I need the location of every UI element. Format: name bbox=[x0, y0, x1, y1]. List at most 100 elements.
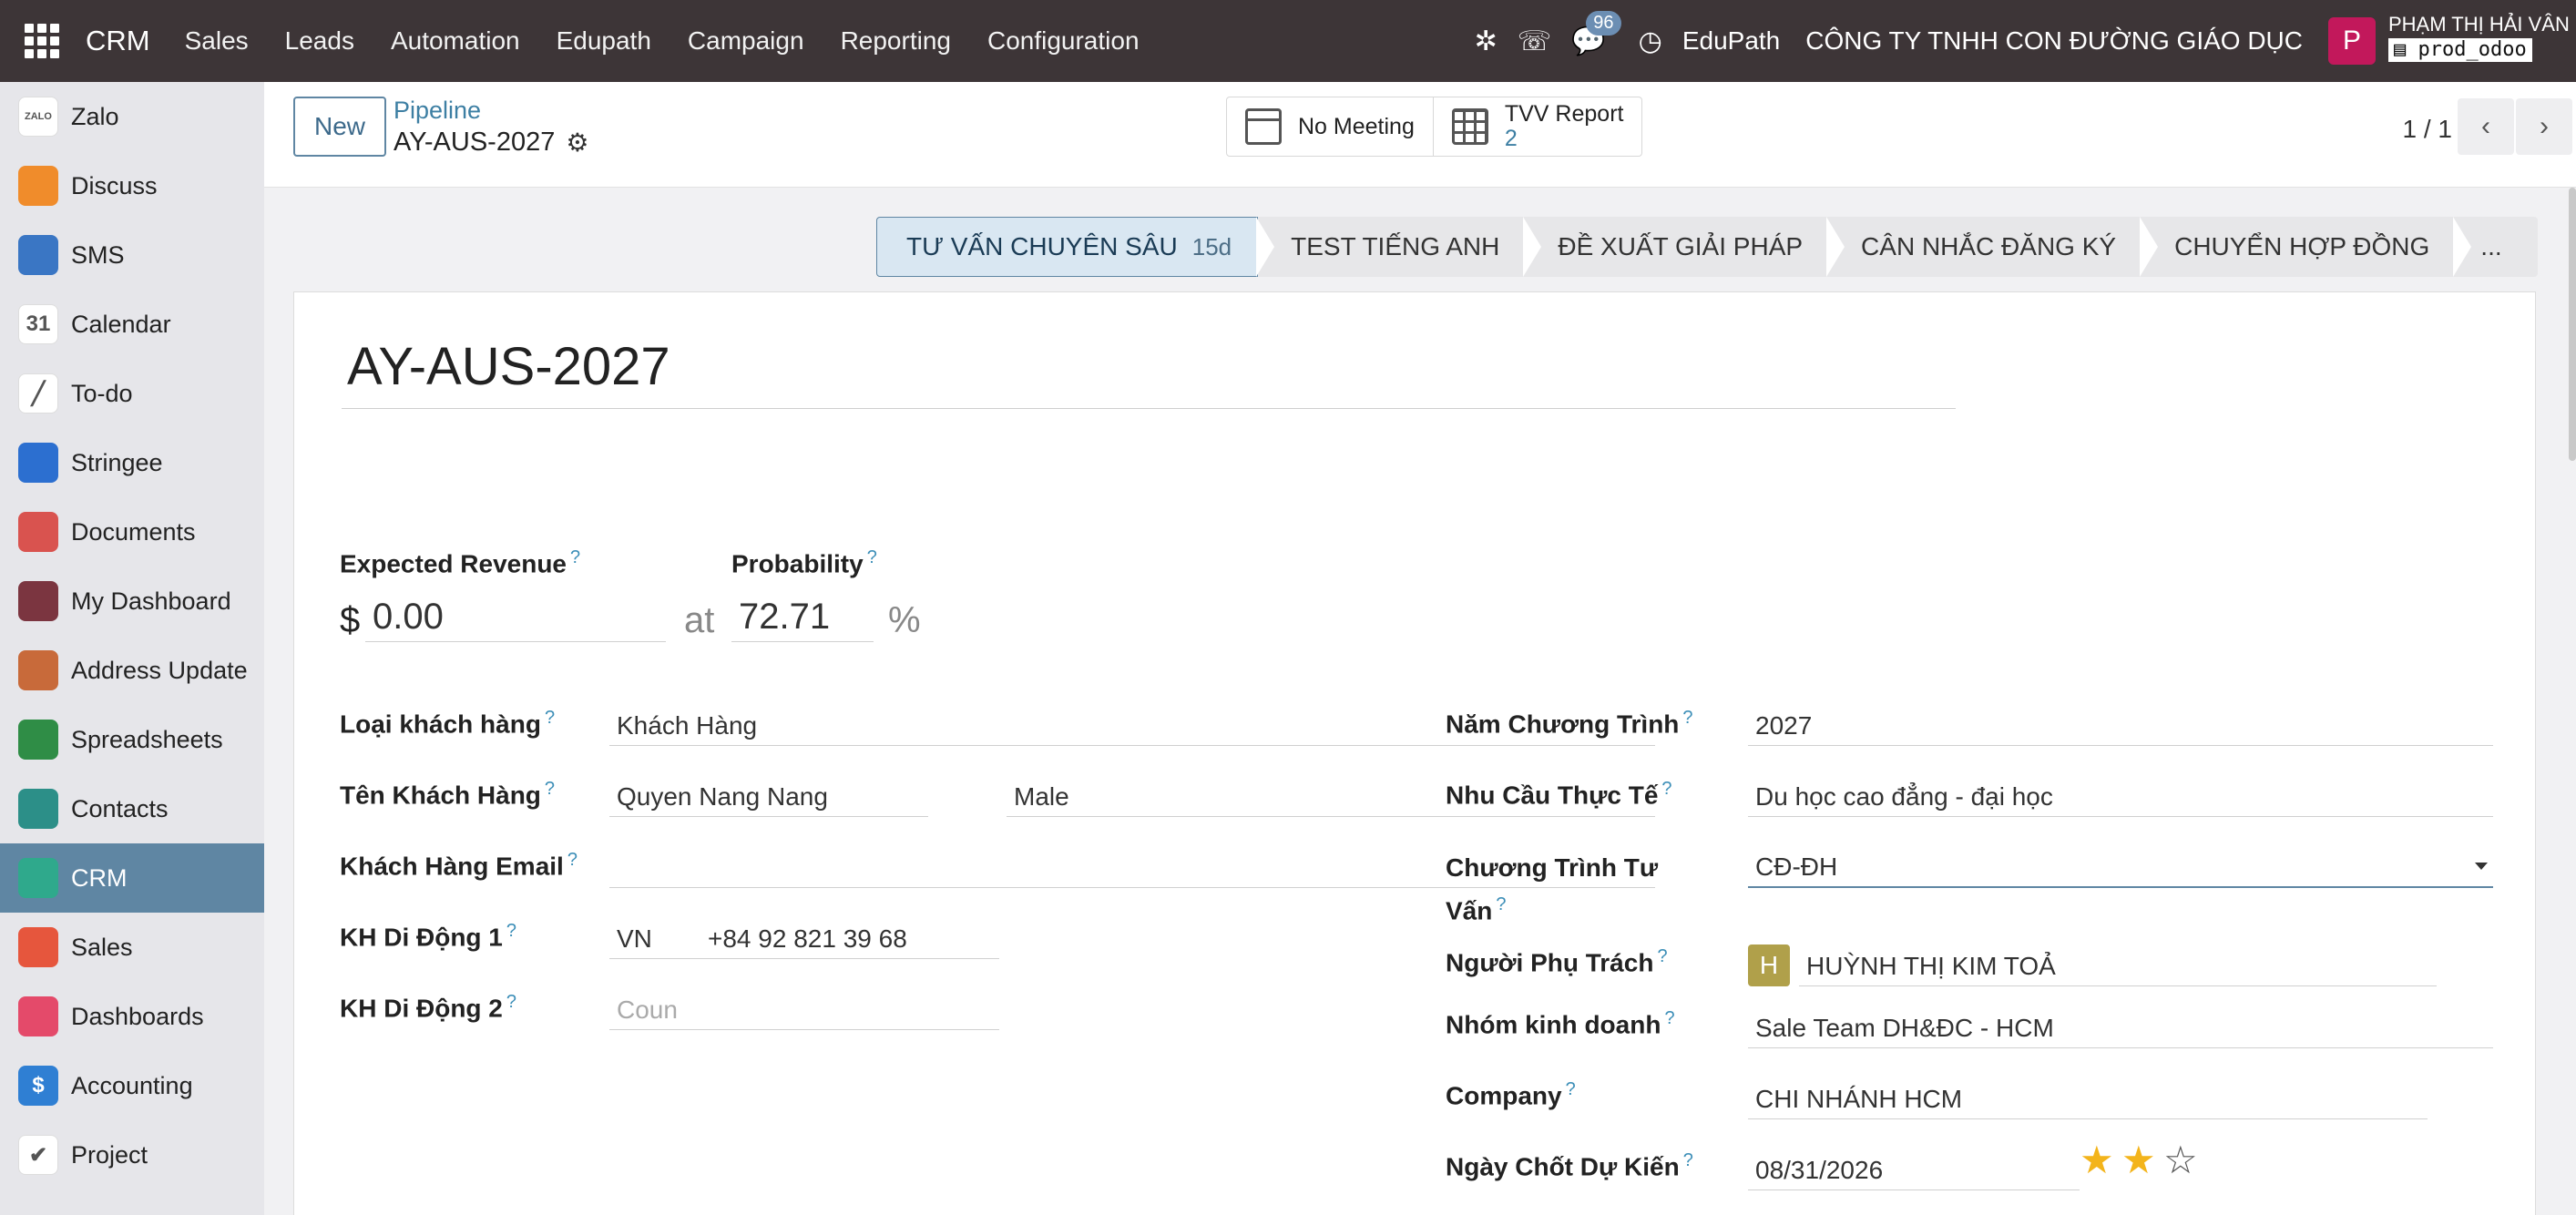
sidebar-item-calendar[interactable]: 31 Calendar bbox=[0, 290, 264, 359]
form-sheet: AY-AUS-2027 Expected Revenue? $ 0.00 at … bbox=[293, 291, 2536, 1215]
lead-title-input[interactable]: AY-AUS-2027 bbox=[342, 336, 1956, 409]
program-year-field[interactable]: 2027 bbox=[1748, 706, 2493, 746]
sidebar-item-label: Discuss bbox=[71, 171, 158, 199]
mobile1-label: KH Di Động 1? bbox=[340, 921, 517, 952]
pager-value[interactable]: 1 / 1 bbox=[2403, 115, 2452, 144]
user-menu[interactable]: PHẠM THỊ HẢI VÂN ▤ prod_odoo bbox=[2388, 0, 2576, 82]
sidebar-item-project[interactable]: ✔ Project bbox=[0, 1120, 264, 1189]
mobile2-country-placeholder[interactable]: Coun bbox=[609, 990, 999, 1030]
calendar-icon: 31 bbox=[18, 304, 58, 344]
customer-name-field[interactable]: Quyen Nang Nang bbox=[609, 777, 928, 817]
program-year-label: Năm Chương Trình? bbox=[1446, 708, 1693, 739]
phone-icon[interactable]: ☏ bbox=[1518, 26, 1552, 57]
expected-closing-label: Ngày Chốt Dự Kiến? bbox=[1446, 1150, 1693, 1181]
sidebar-item-stringee[interactable]: Stringee bbox=[0, 428, 264, 497]
company-field[interactable]: CHI NHÁNH HCM bbox=[1748, 1079, 2428, 1119]
priority-star-icon[interactable]: ★ bbox=[2121, 1138, 2156, 1182]
sidebar-item-documents[interactable]: Documents bbox=[0, 497, 264, 567]
app-brand[interactable]: CRM bbox=[86, 25, 150, 57]
breadcrumb-pipeline[interactable]: Pipeline bbox=[394, 97, 481, 125]
sidebar-item-discuss[interactable]: Discuss bbox=[0, 151, 264, 220]
sidebar-item-zalo[interactable]: ZALO Zalo bbox=[0, 82, 264, 151]
breadcrumb-current: AY-AUS-2027 ⚙ bbox=[394, 128, 589, 158]
customer-email-label: Khách Hàng Email? bbox=[340, 850, 578, 881]
sidebar-item-sms[interactable]: SMS bbox=[0, 220, 264, 290]
mobile1-number[interactable]: +84 92 821 39 68 bbox=[708, 924, 907, 954]
sales-team-field[interactable]: Sale Team DH&ĐC - HCM bbox=[1748, 1008, 2493, 1048]
priority-star-icon[interactable]: ★ bbox=[2080, 1138, 2114, 1182]
at-text: at bbox=[684, 600, 715, 640]
owner-avatar: H bbox=[1748, 944, 1790, 986]
probability-label: Probability? bbox=[731, 547, 877, 578]
menu-reporting[interactable]: Reporting bbox=[823, 26, 969, 56]
user-avatar[interactable]: P bbox=[2328, 17, 2376, 65]
tvv-report-smart-button[interactable]: TVV Report 2 bbox=[1432, 97, 1642, 156]
stage-test-tieng-anh[interactable]: TEST TIẾNG ANH bbox=[1256, 217, 1525, 277]
company-label: Company? bbox=[1446, 1079, 1576, 1110]
sidebar-item-label: Contacts bbox=[71, 794, 169, 822]
message-count-badge: 96 bbox=[1586, 10, 1621, 36]
expected-revenue-input[interactable]: 0.00 bbox=[365, 593, 666, 642]
menu-edupath[interactable]: Edupath bbox=[538, 26, 670, 56]
gear-icon[interactable]: ⚙ bbox=[566, 128, 588, 158]
navbar-systray: ✲ ☏ 💬 96 ◷ EduPath CÔNG TY TNHH CON ĐƯỜNG… bbox=[1475, 0, 2576, 82]
sidebar-item-sales[interactable]: Sales bbox=[0, 913, 264, 982]
company-short[interactable]: EduPath bbox=[1682, 26, 1780, 56]
sidebar-item-label: Address Update bbox=[71, 656, 248, 684]
real-need-field[interactable]: Du học cao đẳng - đại học bbox=[1748, 777, 2493, 817]
owner-field[interactable]: HUỲNH THỊ KIM TOẢ bbox=[1799, 946, 2437, 986]
sidebar-item-label: CRM bbox=[71, 863, 128, 892]
stage-de-xuat-giai-phap[interactable]: ĐỀ XUẤT GIẢI PHÁP bbox=[1523, 217, 1828, 277]
stage-more-button[interactable]: ... bbox=[2453, 217, 2527, 277]
spreadsheets-icon bbox=[18, 720, 58, 760]
pager-next-button[interactable]: › bbox=[2516, 98, 2572, 155]
documents-icon bbox=[18, 512, 58, 552]
probability-input[interactable]: 72.71 bbox=[731, 593, 874, 642]
stage-can-nhac-dang-ky[interactable]: CÂN NHẮC ĐĂNG KÝ bbox=[1826, 217, 2142, 277]
stringee-icon bbox=[18, 443, 58, 483]
mobile1-field[interactable]: VN +84 92 821 39 68 bbox=[609, 919, 999, 959]
menu-campaign[interactable]: Campaign bbox=[670, 26, 823, 56]
mobile1-country[interactable]: VN bbox=[617, 924, 708, 954]
priority-star-icon[interactable]: ☆ bbox=[2163, 1138, 2198, 1182]
new-button[interactable]: New bbox=[293, 97, 386, 157]
sidebar-item-spreadsheets[interactable]: Spreadsheets bbox=[0, 705, 264, 774]
control-panel: New Pipeline AY-AUS-2027 ⚙ No Meeting TV… bbox=[264, 82, 2576, 188]
sidebar-item-crm[interactable]: CRM bbox=[0, 843, 264, 913]
table-icon bbox=[1451, 108, 1488, 145]
sidebar-item-my-dashboard[interactable]: My Dashboard bbox=[0, 567, 264, 636]
company-switcher[interactable]: CÔNG TY TNHH CON ĐƯỜNG GIÁO DỤC bbox=[1805, 26, 2303, 56]
calendar-icon bbox=[1245, 108, 1282, 145]
project-icon: ✔ bbox=[18, 1135, 58, 1175]
sidebar-item-dashboards[interactable]: Dashboards bbox=[0, 982, 264, 1051]
bug-icon[interactable]: ✲ bbox=[1475, 26, 1498, 57]
sidebar-item-address-update[interactable]: Address Update bbox=[0, 636, 264, 705]
sidebar-item-accounting[interactable]: $ Accounting bbox=[0, 1051, 264, 1120]
sidebar-item-contacts[interactable]: Contacts bbox=[0, 774, 264, 843]
chat-icon[interactable]: 💬 96 bbox=[1571, 10, 1621, 57]
meeting-smart-button[interactable]: No Meeting bbox=[1227, 97, 1433, 156]
stage-chuyen-hop-dong[interactable]: CHUYỂN HỢP ĐỒNG bbox=[2140, 217, 2455, 277]
menu-sales[interactable]: Sales bbox=[167, 26, 267, 56]
program-select[interactable]: CĐ-ĐH bbox=[1748, 848, 2493, 888]
menu-automation[interactable]: Automation bbox=[373, 26, 538, 56]
address-update-icon bbox=[18, 650, 58, 690]
zalo-icon: ZALO bbox=[18, 97, 58, 137]
app-sidebar: ZALO Zalo Discuss SMS 31 Calendar ╱ To-do String… bbox=[0, 82, 264, 1215]
discuss-icon bbox=[18, 166, 58, 206]
sidebar-item-label: Spreadsheets bbox=[71, 725, 223, 753]
sidebar-item-to-do[interactable]: ╱ To-do bbox=[0, 359, 264, 428]
stage-tu-van-chuyen-sau[interactable]: TƯ VẤN CHUYÊN SÂU 15d bbox=[876, 217, 1259, 277]
pager-previous-button[interactable]: ‹ bbox=[2458, 98, 2514, 155]
menu-configuration[interactable]: Configuration bbox=[969, 26, 1158, 56]
smart-buttons: No Meeting TVV Report 2 bbox=[1226, 97, 1643, 157]
menu-leads[interactable]: Leads bbox=[267, 26, 373, 56]
expected-closing-field[interactable]: 08/31/2026 bbox=[1748, 1150, 2080, 1190]
scrollbar[interactable] bbox=[2569, 188, 2576, 461]
apps-grid-icon[interactable] bbox=[24, 23, 60, 59]
clock-icon[interactable]: ◷ bbox=[1639, 26, 1662, 57]
sidebar-item-label: Calendar bbox=[71, 310, 171, 338]
sidebar-item-label: Stringee bbox=[71, 448, 163, 476]
top-navbar: CRM Sales Leads Automation Edupath Campa… bbox=[0, 0, 2576, 82]
sidebar-item-label: Zalo bbox=[71, 102, 119, 130]
